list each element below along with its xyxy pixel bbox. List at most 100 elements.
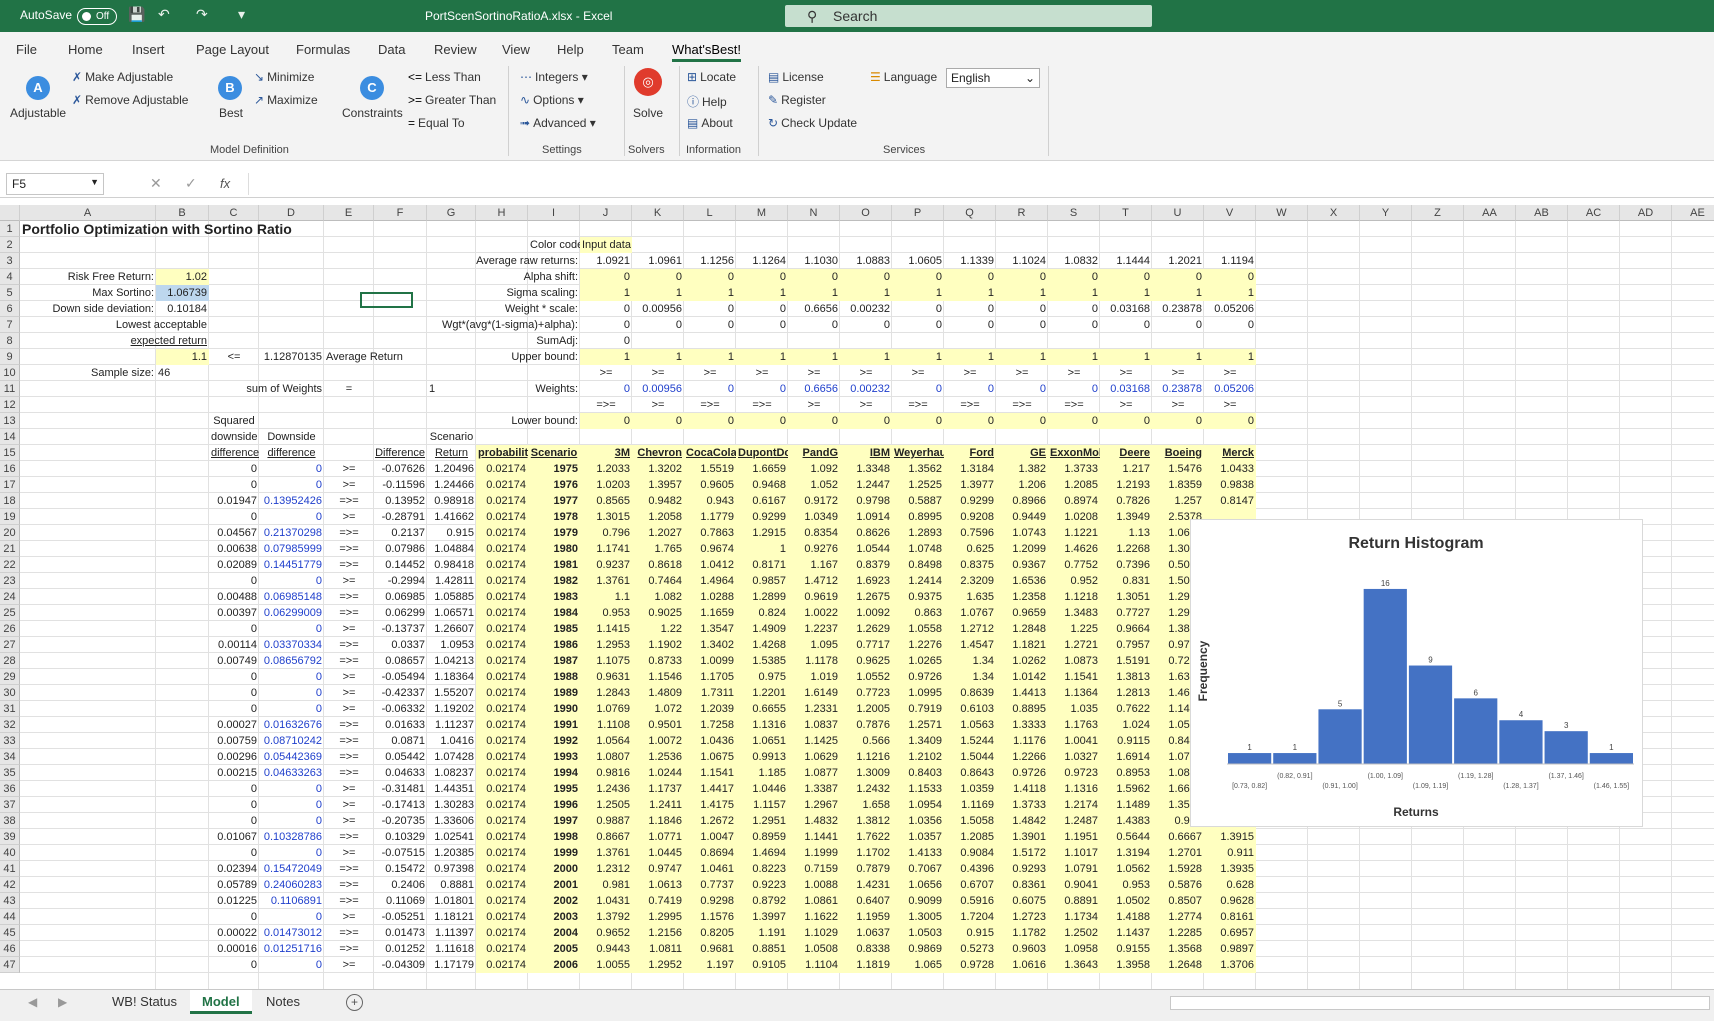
data-cell[interactable]: 1.1782	[996, 925, 1048, 941]
cell-weights[interactable]: 0.05206	[1204, 381, 1256, 397]
data-cell[interactable]: 1.0503	[892, 925, 944, 941]
data-cell[interactable]: -0.20735	[374, 813, 427, 829]
expected-return-label[interactable]: expected return	[20, 333, 209, 349]
data-cell[interactable]: 0.9603	[996, 941, 1048, 957]
data-cell[interactable]: 1.2237	[788, 621, 840, 637]
data-cell[interactable]: 0.981	[580, 877, 632, 893]
cell-avg_raw[interactable]: 1.1264	[736, 253, 788, 269]
data-cell[interactable]: 1.0877	[788, 765, 840, 781]
row-header[interactable]: 27	[0, 637, 20, 653]
data-cell[interactable]: =>=	[324, 877, 374, 893]
data-cell[interactable]: 1.382	[996, 461, 1048, 477]
data-cell[interactable]: 1.0873	[1048, 653, 1100, 669]
data-cell[interactable]: 1.18364	[427, 669, 476, 685]
data-cell[interactable]: 0.00759	[209, 733, 259, 749]
data-cell[interactable]: 0.6103	[944, 701, 996, 717]
data-cell[interactable]: 0.7419	[632, 893, 684, 909]
cell-weights[interactable]: 0	[944, 381, 996, 397]
column-header[interactable]: Y	[1360, 205, 1412, 221]
data-cell[interactable]: 1.0357	[892, 829, 944, 845]
color-code-label[interactable]: Color code:	[528, 237, 580, 253]
data-cell[interactable]: 0.9913	[736, 749, 788, 765]
data-cell[interactable]: 0.943	[684, 493, 736, 509]
cell-wgt[interactable]: 0	[632, 317, 684, 333]
data-cell[interactable]: 1.3812	[840, 813, 892, 829]
data-cell[interactable]: 0.01251716	[259, 941, 324, 957]
data-cell[interactable]: -0.05494	[374, 669, 427, 685]
data-cell[interactable]: 1.2952	[632, 957, 684, 973]
row-label-sumadj[interactable]: SumAdj:	[427, 333, 580, 349]
data-cell[interactable]: 0	[209, 509, 259, 525]
asset-header[interactable]: ExxonMobil	[1048, 445, 1100, 461]
max-sortino-label[interactable]: Max Sortino:	[20, 285, 156, 301]
data-cell[interactable]: 1.2414	[892, 573, 944, 589]
row-header[interactable]: 47	[0, 957, 20, 973]
data-cell[interactable]: 1.04213	[427, 653, 476, 669]
row-header[interactable]: 38	[0, 813, 20, 829]
tab-data[interactable]: Data	[378, 42, 405, 57]
cell-rel12[interactable]: =>=	[684, 397, 736, 413]
cell-avg_raw[interactable]: 1.0921	[580, 253, 632, 269]
cell-lower[interactable]: 0	[1100, 413, 1152, 429]
data-cell[interactable]: 1.1902	[632, 637, 684, 653]
data-cell[interactable]: 1.2723	[996, 909, 1048, 925]
data-cell[interactable]: 1.0613	[632, 877, 684, 893]
header-difference[interactable]: Difference	[324, 445, 427, 461]
downside-dev-label[interactable]: Down side deviation:	[20, 301, 156, 317]
row-header[interactable]: 6	[0, 301, 20, 317]
row-label-wgt[interactable]: Wgt*(avg*(1-sigma)+alpha):	[427, 317, 580, 333]
data-cell[interactable]: 1.185	[736, 765, 788, 781]
data-cell[interactable]: 0.2137	[374, 525, 427, 541]
data-cell[interactable]: 1.5928	[1152, 861, 1204, 877]
data-cell[interactable]: 1.658	[840, 797, 892, 813]
data-cell[interactable]: 0	[259, 909, 324, 925]
data-cell[interactable]: 0	[259, 621, 324, 637]
remove-adjustable-button[interactable]: ✗ Remove Adjustable	[72, 93, 188, 107]
data-cell[interactable]: =>=	[324, 829, 374, 845]
cell-sigma[interactable]: 1	[944, 285, 996, 301]
save-icon[interactable]: 💾	[128, 6, 145, 23]
cell-wscale[interactable]: 0.00232	[840, 301, 892, 317]
row-header[interactable]: 1	[0, 221, 20, 237]
cell-upper[interactable]: 1	[944, 349, 996, 365]
data-cell[interactable]: 0	[209, 797, 259, 813]
sum-weights-label[interactable]: sum of Weights	[209, 381, 324, 397]
data-cell[interactable]: 0.8361	[996, 877, 1048, 893]
options-button[interactable]: ∿ Options ▾	[520, 93, 584, 107]
data-cell[interactable]: 1.0811	[632, 941, 684, 957]
data-cell[interactable]: 1.1216	[840, 749, 892, 765]
row-header[interactable]: 23	[0, 573, 20, 589]
data-cell[interactable]: 1986	[528, 637, 580, 653]
data-cell[interactable]: 1.0629	[788, 749, 840, 765]
asset-header[interactable]: 3M	[580, 445, 632, 461]
cell-rel12[interactable]: >=	[840, 397, 892, 413]
data-cell[interactable]: 0.02174	[476, 685, 528, 701]
data-cell[interactable]: 0.04567	[209, 525, 259, 541]
data-cell[interactable]: 1.0958	[1048, 941, 1100, 957]
data-cell[interactable]: 1.1218	[1048, 589, 1100, 605]
cell-upper[interactable]: 1	[892, 349, 944, 365]
color-code-value[interactable]: Input data	[580, 237, 632, 253]
row-header[interactable]: 14	[0, 429, 20, 445]
cell-wscale[interactable]: 0.6656	[788, 301, 840, 317]
data-cell[interactable]: 1.1846	[632, 813, 684, 829]
data-cell[interactable]: 0.8498	[892, 557, 944, 573]
data-cell[interactable]: 1.0562	[1100, 861, 1152, 877]
data-cell[interactable]: 1.1169	[944, 797, 996, 813]
cell-wscale[interactable]: 0	[1048, 301, 1100, 317]
data-cell[interactable]: 0.9208	[944, 509, 996, 525]
sheet-tab-notes[interactable]: Notes	[254, 990, 312, 1014]
data-cell[interactable]: 0.01632676	[259, 717, 324, 733]
data-cell[interactable]: 1.02541	[427, 829, 476, 845]
data-cell[interactable]: 1.7204	[944, 909, 996, 925]
data-cell[interactable]: 1.3957	[632, 477, 684, 493]
cell-lower[interactable]: 0	[580, 413, 632, 429]
data-cell[interactable]: -0.42337	[374, 685, 427, 701]
cell-avg_raw[interactable]: 1.0832	[1048, 253, 1100, 269]
data-cell[interactable]: 0.8953	[1100, 765, 1152, 781]
select-all-corner[interactable]	[0, 205, 20, 221]
data-cell[interactable]: 1.41662	[427, 509, 476, 525]
data-cell[interactable]: 1.1415	[580, 621, 632, 637]
data-cell[interactable]: 1.3387	[788, 781, 840, 797]
data-cell[interactable]: 1.2995	[632, 909, 684, 925]
